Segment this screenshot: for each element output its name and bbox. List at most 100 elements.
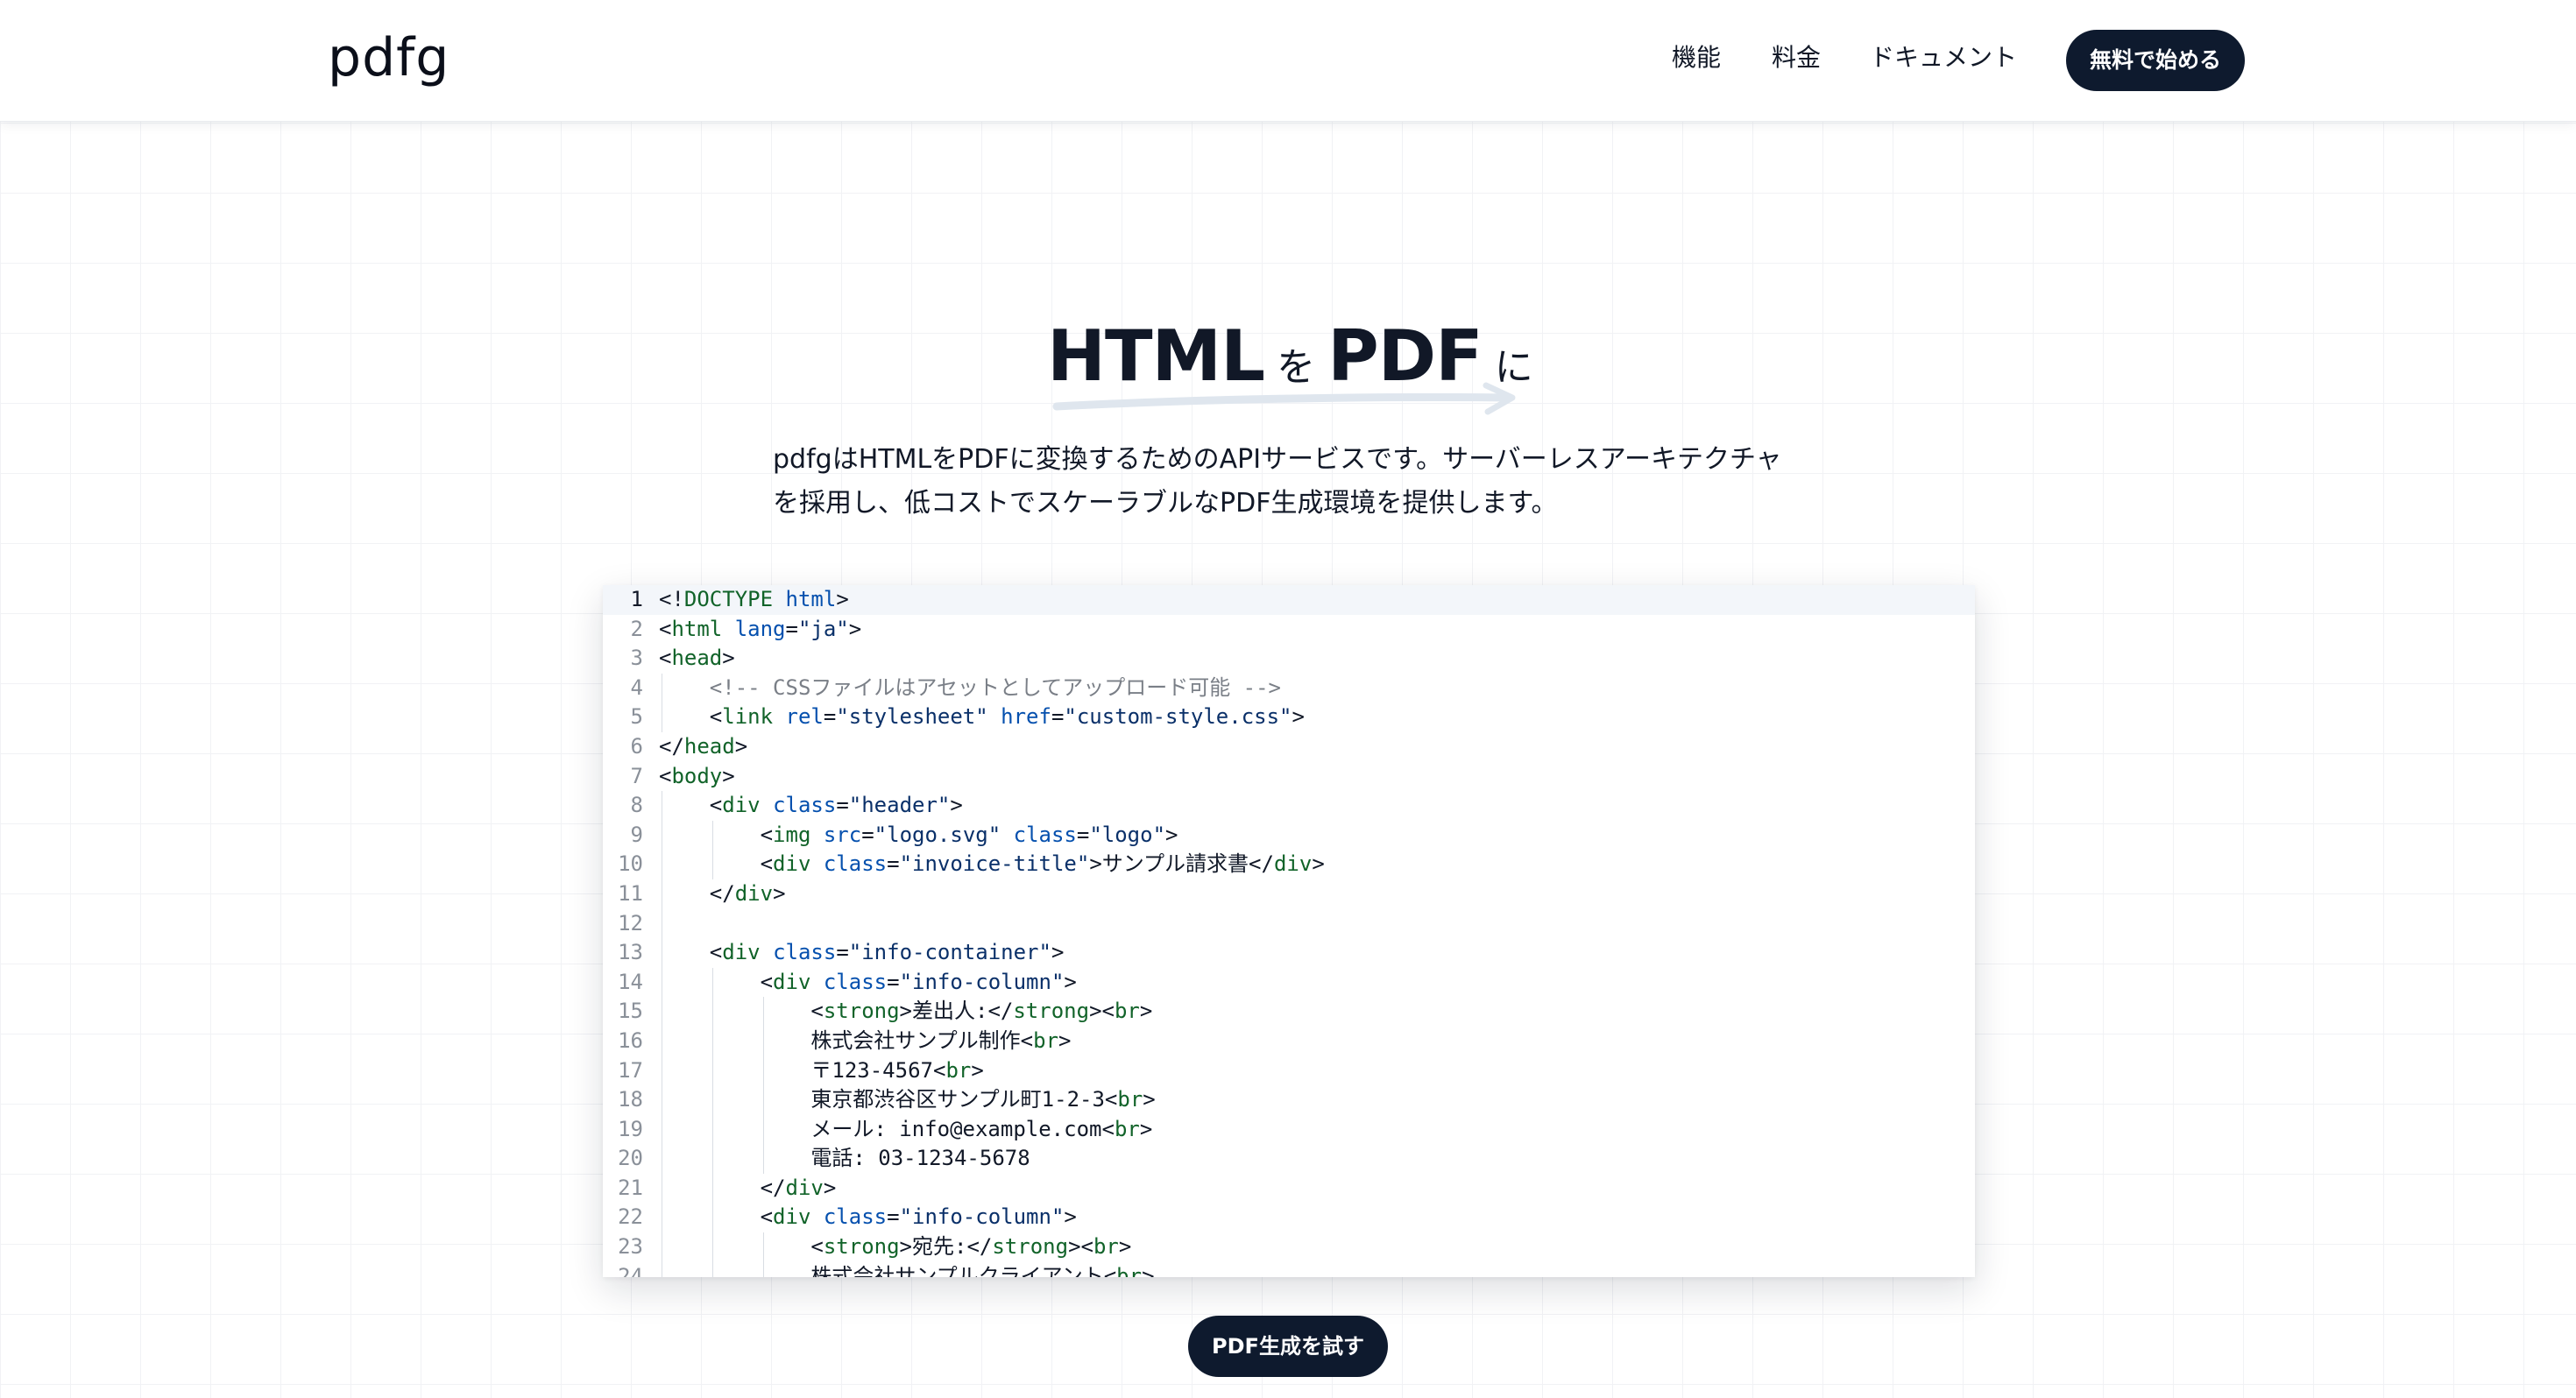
code-line[interactable]: 13 <div class="info-container"> [603,938,1975,968]
code-line[interactable]: 7 <body> [603,762,1975,792]
code-line[interactable]: 11 </div> [603,879,1975,909]
line-number: 4 [630,674,643,700]
code-token: < [760,851,774,877]
code-token: "info-column" [899,969,1065,994]
code-line[interactable]: 6 </head> [603,732,1975,762]
indent-guide [711,1085,713,1115]
code-line[interactable]: 20 電話: 03-1234-5678 [603,1144,1975,1174]
code-token: < [709,940,723,965]
code-line[interactable]: 22 <div class="info-column"> [603,1203,1975,1233]
code-token: 宛先: [912,1234,967,1260]
line-number: 10 [618,851,643,877]
code-content: 株式会社サンプル制作<br> [810,1027,1071,1056]
code-line[interactable]: 17 〒123-4567<br> [603,1056,1975,1086]
indent-guide [762,1232,764,1262]
indent-guide [711,1261,713,1277]
code-token: strong [823,999,900,1024]
indent-guide [711,1203,713,1233]
code-line[interactable]: 5 <link rel="stylesheet" href="custom-sty… [603,703,1975,732]
indent-guide [762,1144,764,1174]
code-content: <div class="invoice-title">サンプル請求書</div> [761,850,1325,879]
code-line[interactable]: 18 東京都渋谷区サンプル町1-2-3<br> [603,1085,1975,1115]
line-number: 17 [618,1057,643,1083]
code-token: = [823,704,837,730]
indent-guide [711,1056,713,1086]
indent-guide [711,1114,713,1145]
line-number: 24 [618,1263,643,1277]
code-token: br [1114,999,1140,1024]
code-token: > [950,793,963,818]
line-number: 8 [630,793,643,818]
code-line[interactable]: 24 株式会社サンプルクライアント<br> [603,1261,1975,1277]
code-line[interactable]: 4 <!-- CSSファイルはアセットとしてアップロード可能 --> [603,673,1975,703]
code-line[interactable]: 14 <div class="info-column"> [603,967,1975,998]
code-content: 東京都渋谷区サンプル町1-2-3<br> [810,1085,1155,1115]
code-content: 〒123-4567<br> [810,1056,983,1086]
try-pdf-generation-button[interactable]: PDF生成を試す [1188,1316,1388,1377]
code-token: div [773,969,811,994]
brand-logo[interactable]: pdfg [328,23,449,93]
code-token: div [1273,851,1313,877]
code-token: br [1033,1027,1059,1053]
code-token: div [722,793,761,818]
code-content: <div class="info-container"> [710,938,1065,968]
line-number: 7 [630,763,643,788]
code-token: > [734,733,748,759]
code-token: > [1165,822,1178,847]
code-token: DOCTYPE [683,587,774,611]
indent-guide [762,1056,764,1086]
code-token: = [861,822,874,847]
start-free-button[interactable]: 無料で始める [2066,30,2245,91]
code-content: </div> [710,879,786,909]
code-line[interactable]: 12 [603,908,1975,939]
code-line[interactable]: 9 <img src="logo.svg" class="logo"> [603,820,1975,851]
code-token: = [887,1204,900,1230]
code-line[interactable]: 15 <strong>差出人:</strong><br> [603,997,1975,1027]
line-number: 15 [618,999,643,1024]
code-line[interactable]: 3 <head> [603,644,1975,674]
code-token: 〒123-4567 [810,1057,933,1083]
code-line[interactable]: 2 <html lang="ja"> [603,615,1975,645]
nav-link-pricing[interactable]: 料金 [1772,40,1821,75]
code-line[interactable]: 19 メール: info@example.com<br> [603,1114,1975,1145]
nav-link-features[interactable]: 機能 [1672,40,1721,75]
indent-guide [711,850,713,879]
html-code-editor[interactable]: 1 <!DOCTYPE html> 2 <html lang="ja"> 3 <head>… [603,585,1975,1277]
code-token: br [1114,1116,1140,1141]
code-token: class [1013,822,1077,847]
line-number: 3 [630,646,643,671]
code-line[interactable]: 21 </div> [603,1173,1975,1204]
code-line[interactable]: 8 <div class="header"> [603,791,1975,821]
nav-link-docs[interactable]: ドキュメント [1870,40,2017,75]
code-token: </ [987,999,1014,1024]
code-token: > [1118,1234,1132,1260]
code-token: メール: info@example.com [810,1116,1102,1141]
code-token: class [773,940,837,965]
code-token: >< [1089,999,1115,1024]
code-line[interactable]: 23 <strong>宛先:</strong><br> [603,1232,1975,1262]
code-token: < [1020,1027,1034,1053]
indent-guide [711,1173,713,1204]
title-arrow-underline [1052,382,1516,415]
code-token: > [1064,969,1077,994]
code-token: "header" [848,793,951,818]
code-content: <strong>宛先:</strong><br> [810,1232,1131,1262]
code-token: > [722,763,735,788]
code-token: "info-container" [848,940,1051,965]
line-number: 11 [618,880,643,906]
code-token: </ [1249,851,1274,877]
code-line[interactable]: 16 株式会社サンプル制作<br> [603,1026,1975,1056]
code-token: = [887,851,900,877]
code-line[interactable]: 1 <!DOCTYPE html> [603,585,1975,615]
code-line[interactable]: 10 <div class="invoice-title">サンプル請求書</di… [603,850,1975,879]
code-token: > [848,616,862,641]
indent-guide [711,967,713,998]
indent-guide [711,997,713,1027]
code-token: < [932,1057,946,1083]
code-token: = [785,616,798,641]
